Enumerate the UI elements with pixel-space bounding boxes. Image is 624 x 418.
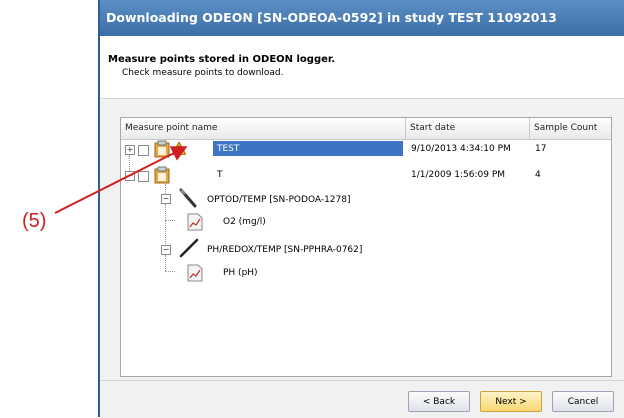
annotation-arrow: [54, 146, 188, 214]
